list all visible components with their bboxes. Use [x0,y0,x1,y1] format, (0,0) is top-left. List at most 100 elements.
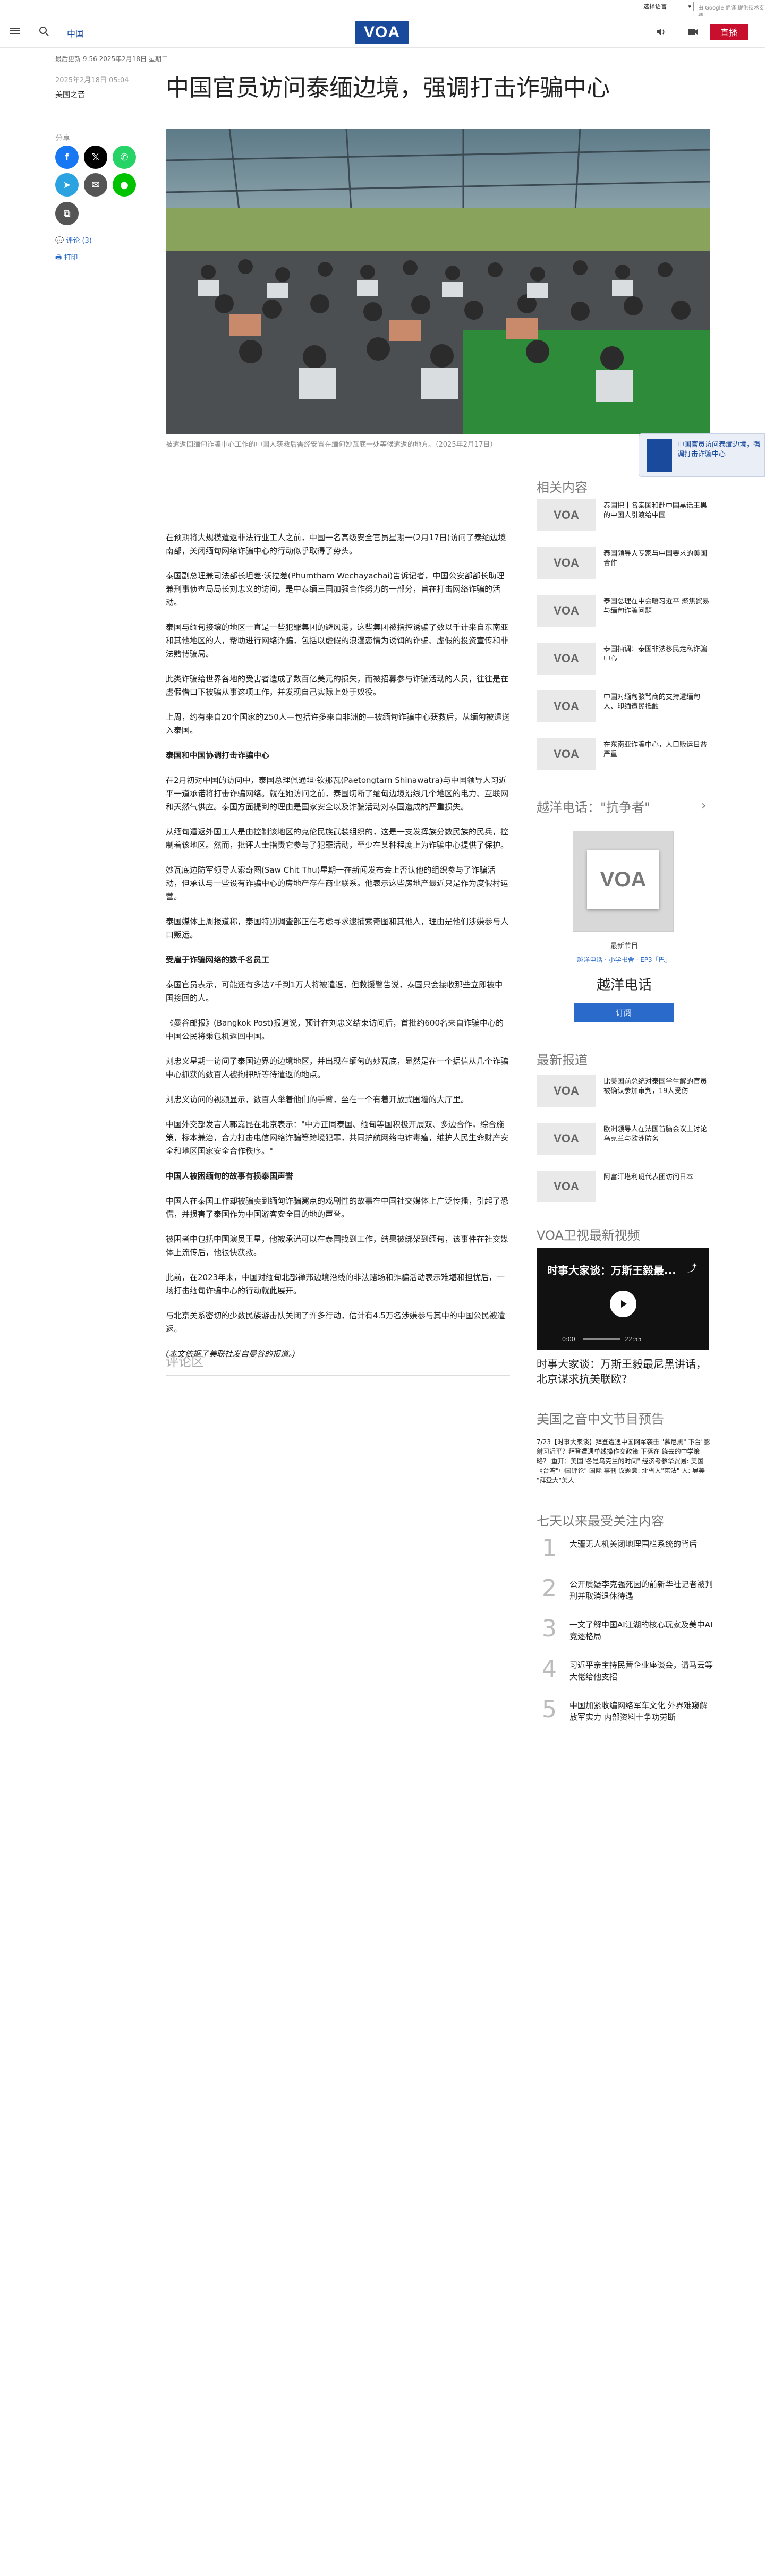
article-photo [166,129,710,434]
video-duration: 22:55 [625,1336,642,1343]
related-thumbnail: VOA [537,547,596,579]
share-icon[interactable]: ⤴ [687,1261,697,1275]
x-icon: 𝕏 [91,151,100,163]
popular-heading: 七天以来最受关注内容 [537,1514,664,1529]
last-updated: 最后更新 9:56 2025年2月18日 星期二 [55,55,168,63]
popular-item[interactable]: 3 一文了解中国AI江湖的核心玩家及美中AI竞逐格局 [537,1616,712,1648]
podcast-links[interactable]: 越洋电话 · 小学书舍 · EP3「巴」 [537,955,712,964]
podcast-heading[interactable]: 越洋电话："抗争者" [537,797,712,815]
translate-bar: 选择语言▾ 由 Google 翻译 提供技术支持 [0,0,765,19]
paragraph: 泰国副总理兼司法部长坦差·沃拉差(Phumtham Wechayachai)告诉… [166,571,505,607]
video-caption[interactable]: 时事大家谈：万斯王毅最尼黑讲话，北京谋求抗美联欧? [537,1357,712,1386]
popular-title: 大疆无人机关闭地理围栏系统的背后 [570,1539,698,1549]
subheading: 泰国和中国协调打击诈骗中心 [166,750,270,760]
comments-label: 评论 (3) [66,237,92,245]
video-icon[interactable] [686,25,699,38]
paragraph: 妙瓦底边防军领导人索奇图(Saw Chit Thu)星期一在新闻发布会上否认他的… [166,865,509,901]
floating-article-card[interactable]: 中国官员访问泰缅边境，强调打击诈骗中心 [639,433,765,477]
line-share-button[interactable]: ● [113,173,136,197]
paragraph: 刘忠义星期一访问了泰国边界的边境地区，并出现在缅甸的妙瓦底，显然是在一个据信从几… [166,1056,509,1079]
chevron-down-icon: ▾ [688,3,691,10]
audio-icon[interactable] [654,25,667,38]
comment-icon: 💬 [55,237,66,245]
popular-title: 习近平亲主持民营企业座谈会，请马云等大佬给他支招 [570,1660,713,1682]
whatsapp-share-button[interactable]: ✆ [113,146,136,169]
comments-link[interactable]: 💬 评论 (3) [55,235,92,245]
menu-icon[interactable] [8,24,21,37]
copy-link-button[interactable]: ⧉ [55,202,79,225]
related-heading: 相关内容 [537,480,588,495]
related-title: 在东南亚诈骗中心，人口贩运日益严重 [604,741,708,758]
paragraph: 从缅甸遣返外国工人是由控制该地区的克伦民族武装组织的，这是一支发挥族分数民族的民… [166,827,509,850]
related-title: 中国对缅甸骇骂商的支持遭缅甸人、印缅遭民抵触 [604,693,701,711]
related-item[interactable]: VOA 泰国领导人专家与中国要求的美国合作 [537,547,712,579]
news-item[interactable]: VOA 比美国前总统对泰国学生解的官员被确认参加审判，19人受伤 [537,1075,712,1107]
popular-title: 中国加紧收编网络军车文化 外界难窥解放军实力 内部资料十争功劳断 [570,1701,708,1722]
podcast-latest-label: 最新节目 [610,942,638,950]
whatsapp-icon: ✆ [120,151,129,163]
live-button[interactable]: 直播 [710,24,748,40]
video-overlay-title: 时事大家谈：万斯王毅最... [547,1264,676,1277]
paragraph: 泰国与缅甸接壤的地区一直是一些犯罪集团的避风港，这些集团被指控诱骗了数以千计来自… [166,622,509,659]
news-thumbnail: VOA [537,1171,596,1202]
popular-title: 公开质疑李克强死因的前新华社记者被判刑并取消退休待遇 [570,1580,713,1601]
facebook-share-button[interactable]: f [55,146,79,169]
language-select[interactable]: 选择语言 ▾ [641,2,694,11]
subheading: 受雇于诈骗网络的数千名员工 [166,955,270,965]
news-title: 比美国前总统对泰国学生解的官员被确认参加审判，19人受伤 [604,1078,708,1095]
news-thumbnail: VOA [537,1123,596,1155]
schedule-text[interactable]: 7/23【时事大家谈】拜登遭遇中国网军袭击 "慕尼黑" 下台"影射习近平？拜登遭… [537,1437,712,1485]
related-title: 泰国抽调：泰国非法移民走私诈骗中心 [604,645,708,663]
related-title: 泰国把十名泰国和赴中国黑话王黑的中国人引渡给中国 [604,502,708,519]
paragraph: 泰国官员表示，可能还有多达7千到1万人将被遣返，但救援警告说，泰国只会接收那些立… [166,980,503,1003]
email-icon: ✉ [91,179,100,191]
popular-rank: 1 [542,1534,557,1562]
popular-item[interactable]: 4 习近平亲主持民营企业座谈会，请马云等大佬给他支招 [537,1656,713,1688]
paragraph: 在2月初对中国的访问中，泰国总理佩通坦·钦那瓦(Paetongtarn Shin… [166,775,509,812]
subheading: 中国人被困缅甸的故事有损泰国声誉 [166,1171,294,1181]
related-thumbnail: VOA [537,499,596,531]
facebook-icon: f [65,151,69,163]
paragraph: 泰国媒体上周报道称，泰国特别调查部正在考虑寻求逮捕索奇图和其他人，理由是他们涉嫌… [166,917,509,940]
popular-item[interactable]: 1 大疆无人机关闭地理围栏系统的背后 [537,1535,712,1567]
print-link[interactable]: 🖶 打印 [55,252,78,265]
x-share-button[interactable]: 𝕏 [84,146,107,169]
news-item[interactable]: VOA 阿富汗塔利班代表团访问日本 [537,1171,712,1202]
related-item[interactable]: VOA 泰国抽调：泰国非法移民走私诈骗中心 [537,643,712,675]
search-icon[interactable] [38,25,50,37]
paragraph: 中国外交部发言人郭嘉昆在北京表示："中方正同泰国、缅甸等国积极开展双、多边合作，… [166,1120,509,1156]
subscribe-button[interactable]: 订阅 [574,1003,674,1022]
popular-item[interactable]: 5 中国加紧收编网络军车文化 外界难窥解放军实力 内部资料十争功劳断 [537,1696,712,1728]
article-body: 在预期将大规模遣返非法行业工人之前，中国一名高级安全官员星期一(2月17日)访问… [166,531,510,1372]
voa-logo[interactable]: VOA [355,21,409,44]
popular-item[interactable]: 2 公开质疑李克强死因的前新华社记者被判刑并取消退休待遇 [537,1575,713,1607]
popular-rank: 4 [542,1656,557,1683]
popular-rank: 2 [542,1575,557,1602]
paragraph: 在预期将大规模遣返非法行业工人之前，中国一名高级安全官员星期一(2月17日)访问… [166,533,506,556]
nav-link-china[interactable]: 中国 [67,27,84,39]
chevron-right-icon[interactable]: › [701,798,707,813]
comments-heading: 评论区 [166,1351,510,1376]
telegram-share-button[interactable]: ➤ [55,173,79,197]
floating-card-thumbnail [647,439,672,472]
related-item[interactable]: VOA 泰国把十名泰国和赴中国黑话王黑的中国人引渡给中国 [537,499,712,531]
news-item[interactable]: VOA 欧洲领导人在法国首脑会议上讨论乌克兰与欧洲防务 [537,1123,712,1155]
paragraph: 此前，在2023年末，中国对缅甸北部禅邦边境沿线的非法赌场和诈骗活动表示难堪和担… [166,1273,505,1295]
video-progress-bar[interactable] [583,1338,620,1340]
news-title: 阿富汗塔利班代表团访问日本 [604,1173,694,1181]
podcast-title: 越洋电话 [596,977,652,993]
related-item[interactable]: VOA 在东南亚诈骗中心，人口贩运日益严重 [537,738,712,770]
byline: 美国之音 [55,91,85,99]
popular-title: 一文了解中国AI江湖的核心玩家及美中AI竞逐格局 [570,1620,713,1641]
video-current-time: 0:00 [562,1336,575,1343]
email-share-button[interactable]: ✉ [84,173,107,197]
floating-card-text: 中国官员访问泰缅边境，强调打击诈骗中心 [677,441,761,458]
popular-rank: 5 [542,1696,557,1723]
play-button[interactable] [610,1291,636,1317]
related-item[interactable]: VOA 泰国总理在中会晤习近平 聚焦贸易与缅甸诈骗问题 [537,595,712,627]
paragraph: 被困者中包括中国演员王星，他被承诺可以在泰国找到工作，结果被绑架到缅甸，该事件在… [166,1234,509,1257]
related-item[interactable]: VOA 中国对缅甸骇骂商的支持遭缅甸人、印缅遭民抵触 [537,690,712,722]
related-thumbnail: VOA [537,643,596,675]
copy-icon: ⧉ [63,208,71,219]
popular-rank: 3 [542,1615,557,1642]
